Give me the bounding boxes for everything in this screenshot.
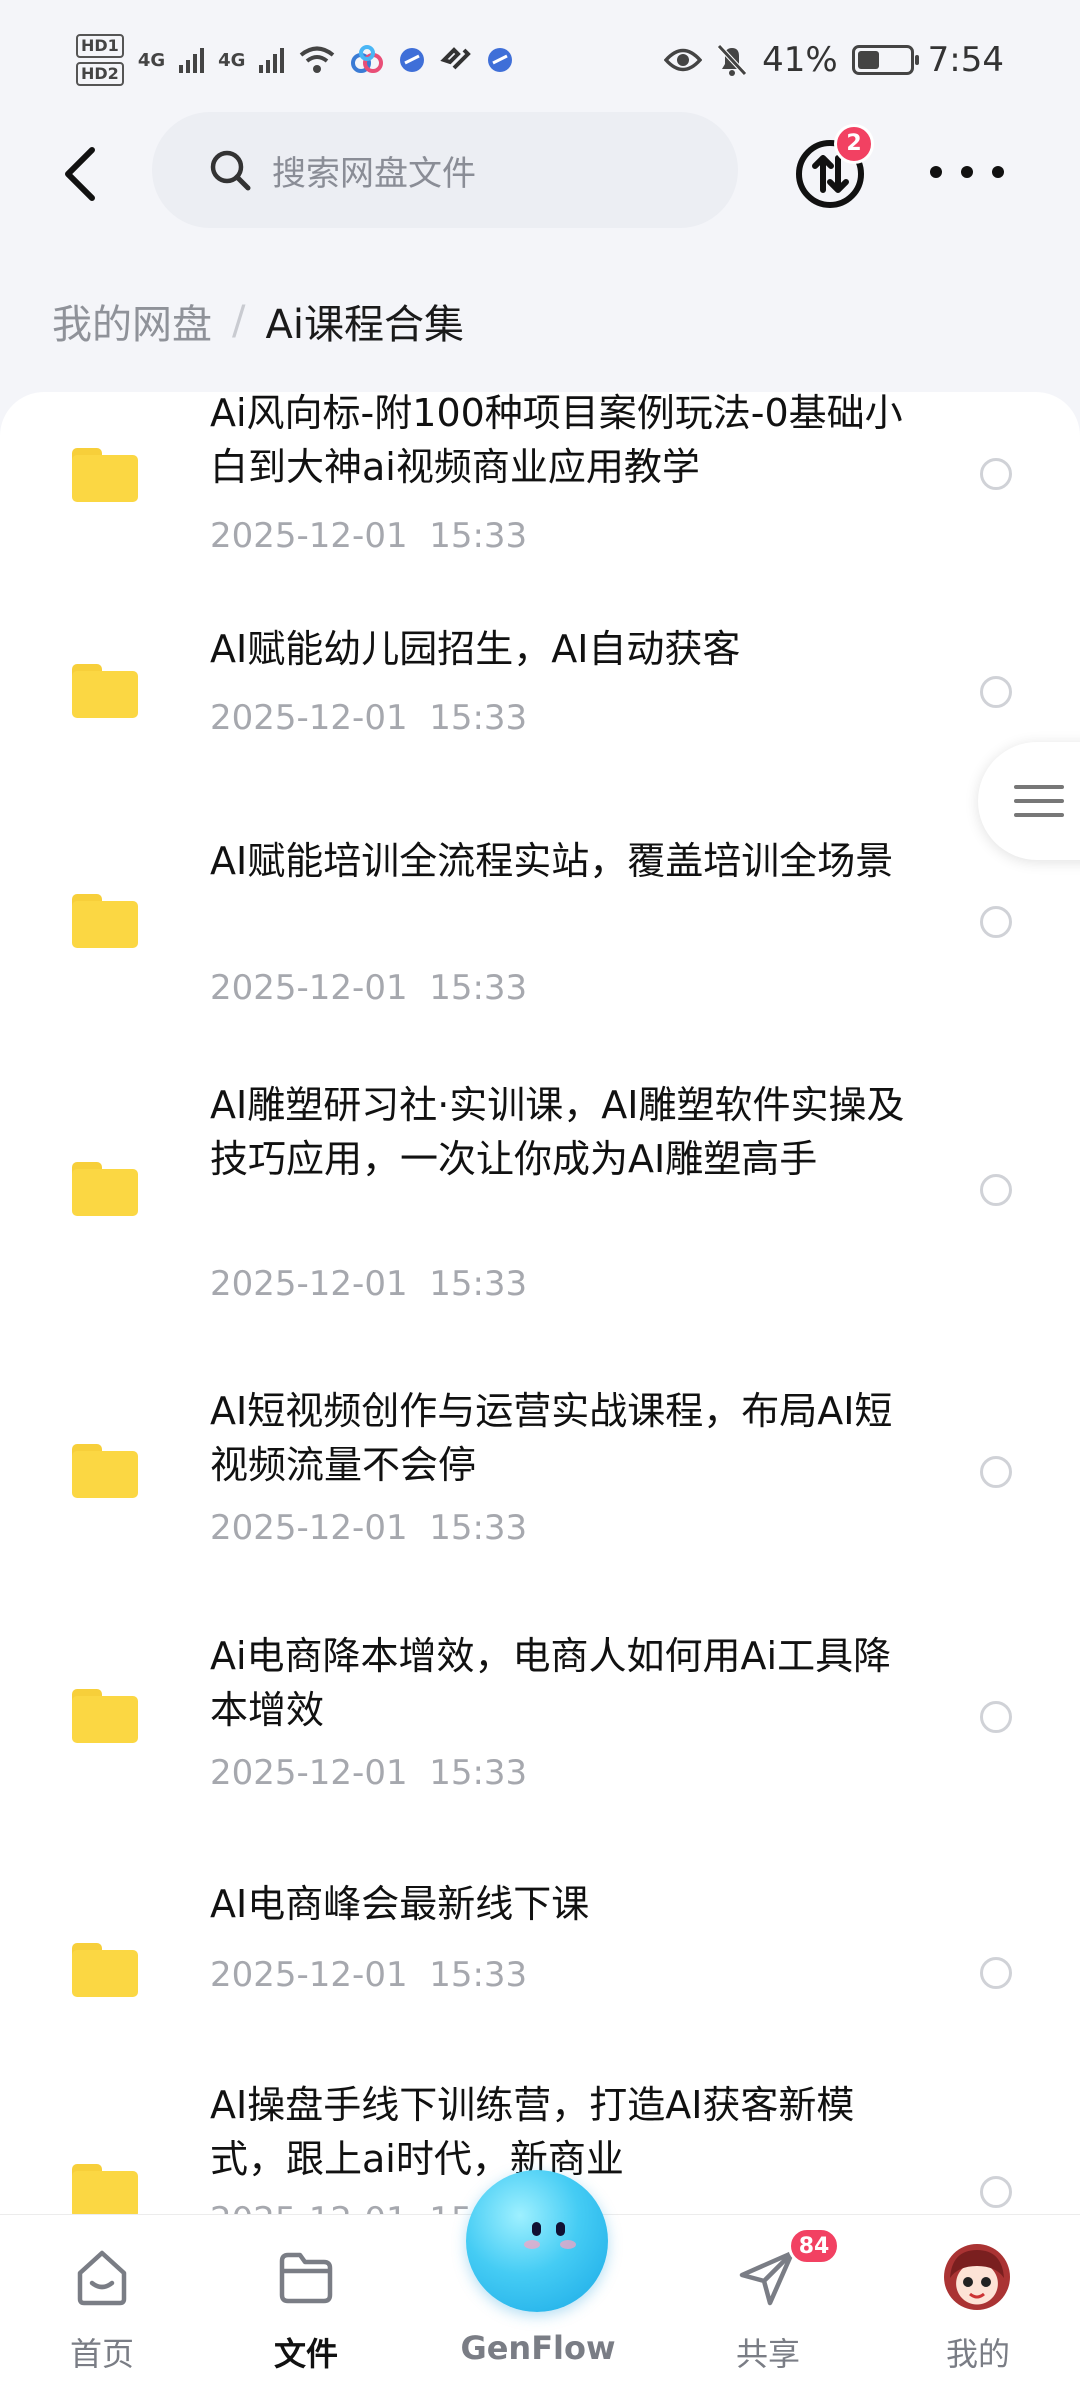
mascot-cheek bbox=[524, 2240, 540, 2249]
list-item[interactable]: Ai电商降本增效，电商人如何用Ai工具降本增效 2025-12-01 15:33 bbox=[0, 1634, 1080, 1867]
breadcrumb: 我的网盘 / Ai课程合集 bbox=[52, 292, 464, 350]
battery-icon bbox=[851, 45, 919, 75]
network-4g-label-1: 4G bbox=[137, 49, 166, 71]
list-item[interactable]: AI赋能幼儿园招生，AI自动获客 2025-12-01 15:33 bbox=[0, 602, 1080, 802]
menu-line bbox=[1014, 785, 1064, 789]
hd1-indicator: HD1 bbox=[76, 34, 124, 58]
app-notify-icon-4 bbox=[488, 48, 513, 72]
tab-share[interactable]: 84 共享 bbox=[688, 2215, 848, 2388]
folder-icon bbox=[72, 1943, 138, 1997]
status-bar: HD1 HD2 4G 4G 41% 7:54 bbox=[0, 0, 1080, 120]
transfer-badge: 2 bbox=[834, 124, 874, 164]
search-icon bbox=[210, 150, 251, 191]
file-date: 2025-12-01 15:33 bbox=[210, 516, 528, 556]
folder-icon bbox=[72, 1162, 138, 1216]
avatar[interactable] bbox=[944, 2244, 1010, 2310]
more-dot bbox=[961, 166, 973, 178]
tab-home[interactable]: 首页 bbox=[22, 2215, 182, 2388]
select-checkbox[interactable] bbox=[980, 1456, 1012, 1488]
more-dot bbox=[930, 166, 942, 178]
hd-indicators: HD1 HD2 bbox=[76, 34, 124, 86]
file-title: AI赋能培训全流程实站，覆盖培训全场景 bbox=[210, 839, 894, 883]
folder-icon bbox=[72, 448, 138, 502]
folder-icon bbox=[72, 894, 138, 948]
menu-line bbox=[1014, 813, 1064, 817]
mute-bell-icon bbox=[717, 44, 747, 76]
select-checkbox[interactable] bbox=[980, 906, 1012, 938]
breadcrumb-root[interactable]: 我的网盘 bbox=[52, 292, 212, 350]
folder-icon bbox=[72, 1444, 138, 1498]
select-checkbox[interactable] bbox=[980, 1701, 1012, 1733]
list-item[interactable]: AI短视频创作与运营实战课程，布局AI短视频流量不会停 2025-12-01 1… bbox=[0, 1389, 1080, 1622]
hd2-indicator: HD2 bbox=[76, 62, 124, 86]
list-item[interactable]: Ai风向标-附100种项目案例玩法-0基础小白到大神ai视频商业应用教学 202… bbox=[0, 392, 1080, 602]
file-title: Ai电商降本增效，电商人如何用Ai工具降本增效 bbox=[210, 1634, 892, 1732]
top-bar: 搜索网盘文件 2 bbox=[0, 112, 1080, 232]
tab-home-label: 首页 bbox=[69, 2335, 134, 2373]
eye-icon bbox=[664, 48, 703, 72]
breadcrumb-current: Ai课程合集 bbox=[265, 302, 464, 348]
home-icon bbox=[77, 2250, 127, 2306]
menu-line bbox=[1014, 799, 1064, 803]
network-4g-label-2: 4G bbox=[218, 49, 246, 71]
file-title: AI赋能幼儿园招生，AI自动获客 bbox=[210, 627, 741, 671]
list-item[interactable]: AI雕塑研习社·实训课，AI雕塑软件实操及技巧应用，一次让你成为AI雕塑高手 2… bbox=[0, 1080, 1080, 1360]
file-title: AI雕塑研习社·实训课，AI雕塑软件实操及技巧应用，一次让你成为AI雕塑高手 bbox=[210, 1083, 905, 1181]
app-notify-icon-3 bbox=[440, 47, 472, 70]
transfer-button[interactable]: 2 bbox=[790, 124, 874, 214]
select-checkbox[interactable] bbox=[980, 2176, 1012, 2208]
file-date: 2025-12-01 15:33 bbox=[210, 968, 528, 1008]
file-date: 2025-12-01 15:33 bbox=[210, 1508, 528, 1548]
battery-percent: 41% bbox=[762, 40, 838, 80]
list-item[interactable]: AI赋能培训全流程实站，覆盖培训全场景 2025-12-01 15:33 bbox=[0, 832, 1080, 1062]
search-input[interactable]: 搜索网盘文件 bbox=[152, 112, 738, 228]
file-list: Ai风向标-附100种项目案例玩法-0基础小白到大神ai视频商业应用教学 202… bbox=[0, 392, 1080, 2222]
app-notify-icon bbox=[351, 45, 384, 73]
breadcrumb-separator: / bbox=[232, 298, 246, 344]
tab-files[interactable]: 文件 bbox=[226, 2215, 386, 2388]
select-checkbox[interactable] bbox=[980, 458, 1012, 490]
more-dot bbox=[992, 166, 1004, 178]
wifi-icon bbox=[300, 46, 335, 73]
tab-mine-label: 我的 bbox=[945, 2335, 1010, 2373]
app-notify-icon-2 bbox=[400, 48, 425, 72]
signal-icon-1 bbox=[179, 47, 205, 73]
file-date: 2025-12-01 15:33 bbox=[210, 1955, 528, 1995]
mascot-cheek bbox=[560, 2240, 576, 2249]
back-button[interactable] bbox=[40, 134, 120, 214]
battery-level bbox=[857, 51, 879, 69]
folder-icon bbox=[72, 2164, 138, 2218]
file-date: 2025-12-01 15:33 bbox=[210, 1264, 528, 1304]
status-right: 41% 7:54 bbox=[664, 40, 1004, 80]
file-date: 2025-12-01 15:33 bbox=[210, 1753, 528, 1793]
mascot-eye bbox=[556, 2222, 565, 2236]
select-checkbox[interactable] bbox=[980, 1957, 1012, 1989]
search-placeholder: 搜索网盘文件 bbox=[272, 153, 476, 194]
folder-icon bbox=[72, 664, 138, 718]
select-checkbox[interactable] bbox=[980, 676, 1012, 708]
genflow-mascot-icon[interactable] bbox=[466, 2170, 608, 2312]
avatar-face-icon bbox=[950, 2250, 1004, 2299]
tab-files-label: 文件 bbox=[273, 2335, 338, 2373]
folder-tab-icon bbox=[279, 2252, 333, 2304]
status-left: HD1 HD2 4G 4G bbox=[76, 34, 514, 86]
folder-icon bbox=[72, 1689, 138, 1743]
list-item[interactable]: AI电商峰会最新线下课 2025-12-01 15:33 bbox=[0, 1877, 1080, 2077]
file-title: AI电商峰会最新线下课 bbox=[210, 1882, 590, 1926]
share-badge: 84 bbox=[788, 2227, 840, 2265]
file-title: Ai风向标-附100种项目案例玩法-0基础小白到大神ai视频商业应用教学 bbox=[210, 392, 903, 489]
tab-share-label: 共享 bbox=[735, 2335, 800, 2373]
file-title: AI操盘手线下训练营，打造AI获客新模式，跟上ai时代，新商业 bbox=[210, 2083, 855, 2181]
file-date: 2025-12-01 15:33 bbox=[210, 698, 528, 738]
file-title: AI短视频创作与运营实战课程，布局AI短视频流量不会停 bbox=[210, 1389, 893, 1487]
mascot-eye bbox=[532, 2222, 541, 2236]
clock: 7:54 bbox=[927, 40, 1004, 80]
more-button[interactable] bbox=[930, 152, 1004, 192]
tab-genflow-label: GenFlow bbox=[460, 2329, 616, 2367]
select-checkbox[interactable] bbox=[980, 1174, 1012, 1206]
signal-icon-2 bbox=[259, 47, 285, 73]
chevron-left-icon bbox=[65, 147, 95, 201]
